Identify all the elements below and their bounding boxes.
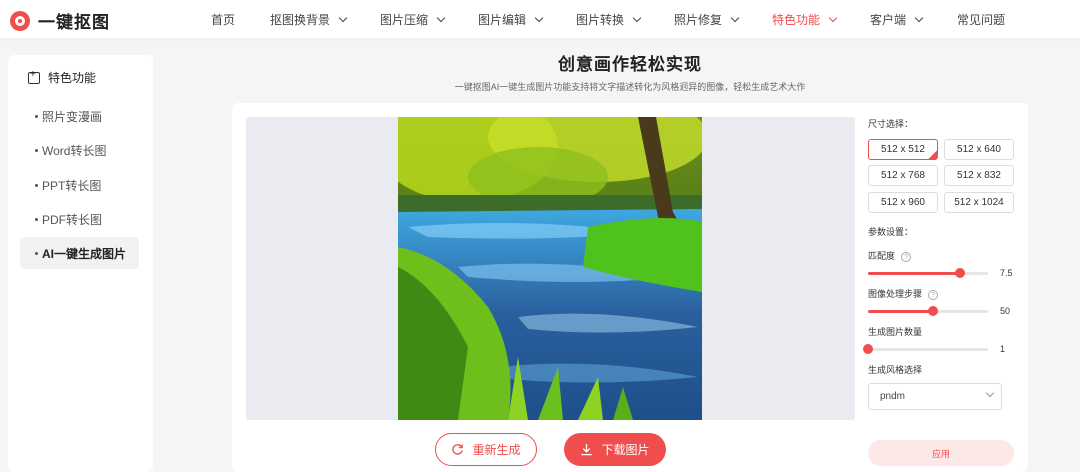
steps-label: 图像处理步骤 [868, 289, 923, 299]
size-option-label: 512 x 832 [957, 170, 1001, 181]
chevron-down-icon [730, 13, 740, 23]
slider-fill [868, 310, 933, 313]
download-button[interactable]: 下载图片 [564, 433, 666, 466]
download-label: 下载图片 [601, 443, 650, 457]
size-option-512x640[interactable]: 512 x 640 [944, 139, 1014, 160]
size-option-label: 512 x 640 [957, 144, 1001, 155]
apply-button[interactable]: 应用 [868, 440, 1014, 466]
sidebar-item-pdf-to-long-image[interactable]: PDF转长图 [20, 203, 139, 235]
nav-item-label: 首页 [211, 13, 236, 27]
size-option-label: 512 x 512 [881, 144, 925, 155]
params-section-label: 参数设置： [868, 227, 914, 237]
nav-item-home[interactable]: 首页 [211, 11, 235, 28]
slider-thumb[interactable] [927, 306, 938, 316]
nav-item-client[interactable]: 客户端 [870, 11, 924, 28]
nav-item-label: 特色功能 [772, 13, 821, 27]
steps-value: 50 [1000, 306, 1011, 316]
nav-item-label: 照片修复 [674, 13, 723, 27]
logo[interactable]: 一键抠图 [10, 8, 110, 33]
style-select-value: pndm [880, 391, 906, 402]
generated-image [398, 117, 702, 420]
match-slider[interactable] [868, 268, 988, 278]
page-subtitle: 一键抠图AI一键生成图片功能支持将文字描述转化为风格迥异的图像，轻松生成艺术大作 [454, 82, 806, 92]
regenerate-label: 重新生成 [472, 443, 521, 457]
chevron-down-icon [828, 13, 838, 23]
logo-icon [10, 10, 30, 31]
sidebar-item-photo-to-cartoon[interactable]: 照片变漫画 [20, 100, 139, 132]
top-navbar: 一键抠图 首页 抠图换背景 图片压缩 图片编辑 图片转换 照片修复 特色功能 客… [0, 0, 1080, 38]
sidebar-item-label: Word转长图 [42, 143, 107, 158]
help-icon[interactable]: ? [928, 289, 939, 300]
nav-item-label: 图片编辑 [478, 13, 527, 27]
sidebar-item-ppt-to-long-image[interactable]: PPT转长图 [20, 169, 139, 201]
chevron-down-icon [534, 13, 544, 23]
size-option-512x960[interactable]: 512 x 960 [868, 192, 938, 213]
size-option-label: 512 x 960 [881, 197, 925, 208]
nav-item-convert[interactable]: 图片转换 [576, 11, 642, 28]
count-value: 1 [1000, 344, 1006, 354]
sidebar-title: 特色功能 [48, 71, 97, 85]
style-select[interactable]: pndm [868, 383, 1002, 410]
nav-item-label: 图片压缩 [380, 13, 429, 27]
slider-thumb[interactable] [863, 344, 873, 354]
help-icon[interactable]: ? [901, 251, 912, 262]
steps-slider[interactable] [868, 306, 988, 316]
slider-fill [868, 272, 961, 275]
match-label: 匹配度 [868, 251, 896, 261]
size-option-512x832[interactable]: 512 x 832 [944, 165, 1014, 186]
sidebar-item-label: 照片变漫画 [42, 109, 103, 124]
count-label: 生成图片数量 [868, 327, 923, 337]
sidebar-item-label: PDF转长图 [42, 212, 103, 227]
nav-item-compress[interactable]: 图片压缩 [380, 11, 446, 28]
apply-label: 应用 [931, 448, 950, 459]
generator-card: 重新生成 下载图片 尺寸选择： 512 x 512 512 x 640 512 … [232, 103, 1028, 472]
refresh-icon [452, 444, 464, 455]
sidebar-header: 特色功能 [28, 69, 96, 86]
count-slider[interactable] [863, 344, 988, 354]
chevron-down-icon [914, 13, 924, 23]
nav-item-label: 图片转换 [576, 13, 625, 27]
steps-label-row: 图像处理步骤? [868, 287, 939, 300]
match-label-row: 匹配度? [868, 249, 912, 262]
page-title: 创意画作轻松实现 [558, 55, 702, 74]
nav-item-restore[interactable]: 照片修复 [674, 11, 740, 28]
sidebar-item-ai-image-generate[interactable]: AI一键生成图片 [20, 237, 139, 269]
chevron-down-icon [436, 13, 446, 23]
app-title: 一键抠图 [38, 13, 110, 32]
nav-item-faq[interactable]: 常见问题 [957, 11, 1005, 28]
slider-thumb[interactable] [955, 268, 966, 278]
nav-item-label: 常见问题 [957, 13, 1006, 27]
feature-box-icon [28, 69, 40, 84]
chevron-down-icon [985, 388, 995, 398]
sidebar-item-label: AI一键生成图片 [42, 246, 127, 261]
sidebar-item-label: PPT转长图 [42, 178, 102, 193]
sidebar: 特色功能 照片变漫画 Word转长图 PPT转长图 PDF转长图 AI一键生成图… [8, 55, 153, 472]
size-option-512x512[interactable]: 512 x 512 [868, 139, 938, 160]
chevron-down-icon [338, 13, 348, 23]
image-preview-area [246, 117, 855, 420]
size-section-label: 尺寸选择： [868, 119, 914, 129]
regenerate-button[interactable]: 重新生成 [435, 433, 537, 466]
size-option-label: 512 x 768 [881, 170, 925, 181]
nav-item-label: 客户端 [870, 13, 907, 27]
nav-item-features[interactable]: 特色功能 [772, 11, 838, 28]
match-value: 7.5 [1000, 268, 1013, 278]
sidebar-item-word-to-long-image[interactable]: Word转长图 [20, 134, 139, 166]
style-label: 生成风格选择 [868, 365, 923, 375]
nav-item-label: 抠图换背景 [270, 13, 331, 27]
nav-item-edit[interactable]: 图片编辑 [478, 11, 544, 28]
size-option-512x768[interactable]: 512 x 768 [868, 165, 938, 186]
chevron-down-icon [632, 13, 642, 23]
download-icon [581, 443, 593, 456]
size-option-512x1024[interactable]: 512 x 1024 [944, 192, 1014, 213]
size-option-label: 512 x 1024 [954, 197, 1004, 208]
nav-item-cutout[interactable]: 抠图换背景 [270, 11, 348, 28]
